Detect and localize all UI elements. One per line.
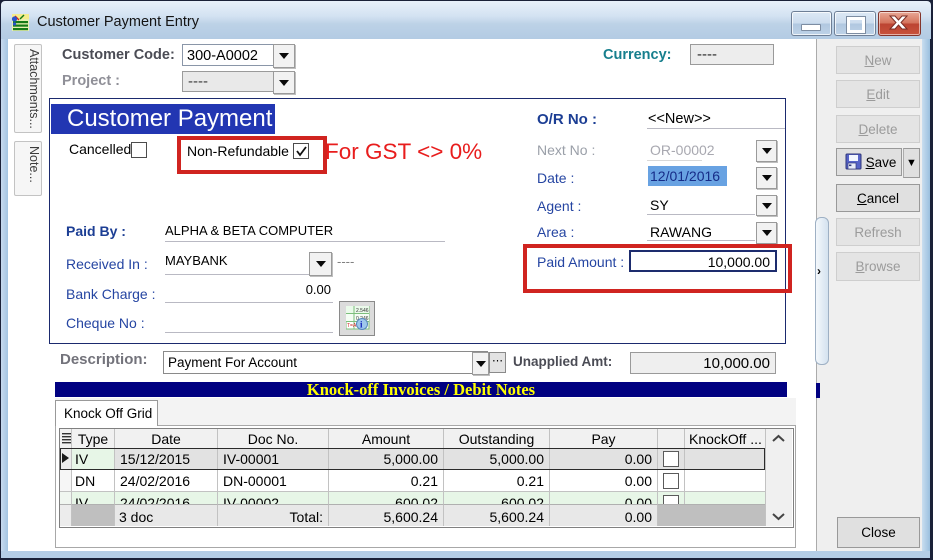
- svg-text:2.546: 2.546: [356, 308, 369, 314]
- svg-text:T=A: T=A: [347, 323, 357, 329]
